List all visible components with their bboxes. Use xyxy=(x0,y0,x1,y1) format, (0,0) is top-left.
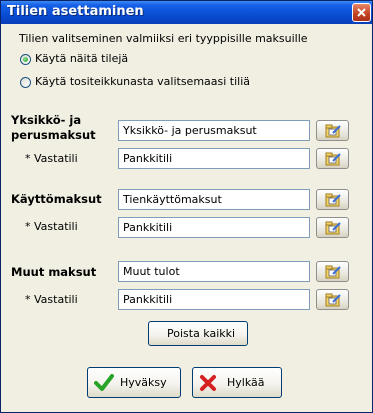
accept-button[interactable]: Hyväksy xyxy=(87,367,181,398)
group-usage-fees-label: Käyttömaksut xyxy=(11,192,102,206)
title-bar[interactable]: Tilien asettaminen xyxy=(1,1,372,24)
other-fees-browse-button[interactable] xyxy=(316,261,349,282)
unit-fees-counter-label: * Vastatili xyxy=(25,152,78,165)
folder-edit-icon xyxy=(325,221,341,235)
unit-fees-counter-browse-button[interactable] xyxy=(316,148,349,169)
reject-button[interactable]: Hylkää xyxy=(192,367,282,398)
accept-label: Hyväksy xyxy=(120,376,167,389)
group-unit-fees-label-line1: Yksikkö- ja xyxy=(11,113,82,127)
unit-fees-browse-button[interactable] xyxy=(316,120,349,141)
folder-edit-icon xyxy=(325,293,341,307)
other-fees-counter-label: * Vastatili xyxy=(25,293,78,306)
other-fees-account-field[interactable]: Muut tulot xyxy=(118,261,310,282)
close-button[interactable] xyxy=(352,3,371,22)
window-title: Tilien asettaminen xyxy=(7,4,144,19)
other-fees-counter-browse-button[interactable] xyxy=(316,289,349,310)
green-checkmark-icon xyxy=(94,374,114,391)
clear-all-label: Poista kaikki xyxy=(167,327,236,340)
close-icon xyxy=(357,8,366,17)
clear-all-button[interactable]: Poista kaikki xyxy=(148,321,248,346)
usage-fees-browse-button[interactable] xyxy=(316,189,349,210)
folder-edit-icon xyxy=(325,193,341,207)
group-unit-fees-label-line2: perusmaksut xyxy=(11,128,96,142)
red-x-icon xyxy=(200,375,216,391)
usage-fees-counter-label: * Vastatili xyxy=(25,220,78,233)
folder-edit-icon xyxy=(325,265,341,279)
group-other-fees-label: Muut maksut xyxy=(11,265,97,279)
dialog-window: Tilien asettaminen Tilien valitseminen v… xyxy=(0,0,373,413)
usage-fees-counter-browse-button[interactable] xyxy=(316,217,349,238)
folder-edit-icon xyxy=(325,124,341,138)
radio-use-these-accounts[interactable] xyxy=(20,54,31,65)
radio-use-voucher-account[interactable] xyxy=(20,77,31,88)
usage-fees-counter-account-field[interactable]: Pankkitili xyxy=(118,217,310,238)
unit-fees-counter-account-field[interactable]: Pankkitili xyxy=(118,148,310,169)
usage-fees-account-field[interactable]: Tienkäyttömaksut xyxy=(118,189,310,210)
other-fees-counter-account-field[interactable]: Pankkitili xyxy=(118,289,310,310)
folder-edit-icon xyxy=(325,152,341,166)
radio-use-voucher-account-label[interactable]: Käytä tositeikkunasta valitsemaasi tiliä xyxy=(35,75,250,88)
unit-fees-account-field[interactable]: Yksikkö- ja perusmaksut xyxy=(118,120,310,141)
reject-label: Hylkää xyxy=(227,376,265,389)
radio-use-these-accounts-label[interactable]: Käytä näitä tilejä xyxy=(35,52,128,65)
intro-text: Tilien valitseminen valmiiksi eri tyyppi… xyxy=(19,32,308,45)
